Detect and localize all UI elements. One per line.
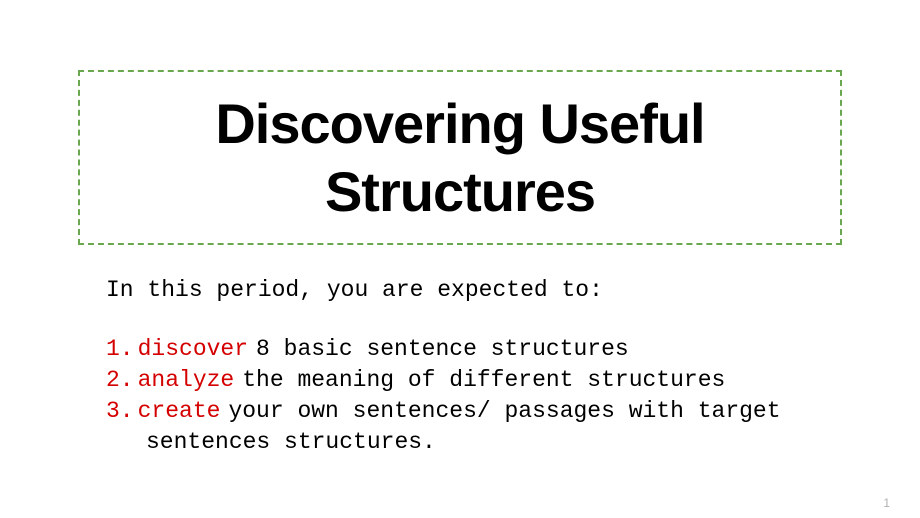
list-item: 1. discover 8 basic sentence structures: [106, 334, 836, 365]
list-keyword: discover: [138, 336, 248, 362]
list-item: 2. analyze the meaning of different struc…: [106, 365, 836, 396]
list-continuation: sentences structures.: [106, 427, 836, 458]
body-section: In this period, you are expected to: 1. …: [106, 275, 836, 458]
list-keyword: analyze: [138, 367, 235, 393]
slide-title: Discovering Useful Structures: [80, 90, 840, 224]
list-item: 3. create your own sentences/ passages wi…: [106, 396, 836, 427]
intro-text: In this period, you are expected to:: [106, 275, 836, 306]
list-rest: 8 basic sentence structures: [256, 336, 629, 362]
page-number: 1: [883, 496, 890, 510]
list-number: 2.: [106, 365, 134, 396]
list-rest: the meaning of different structures: [242, 367, 725, 393]
list-keyword: create: [138, 398, 221, 424]
objective-list: 1. discover 8 basic sentence structures 2…: [106, 334, 836, 458]
title-box: Discovering Useful Structures: [78, 70, 842, 245]
list-rest: your own sentences/ passages with target: [228, 398, 780, 424]
list-number: 3.: [106, 396, 134, 427]
list-number: 1.: [106, 334, 134, 365]
